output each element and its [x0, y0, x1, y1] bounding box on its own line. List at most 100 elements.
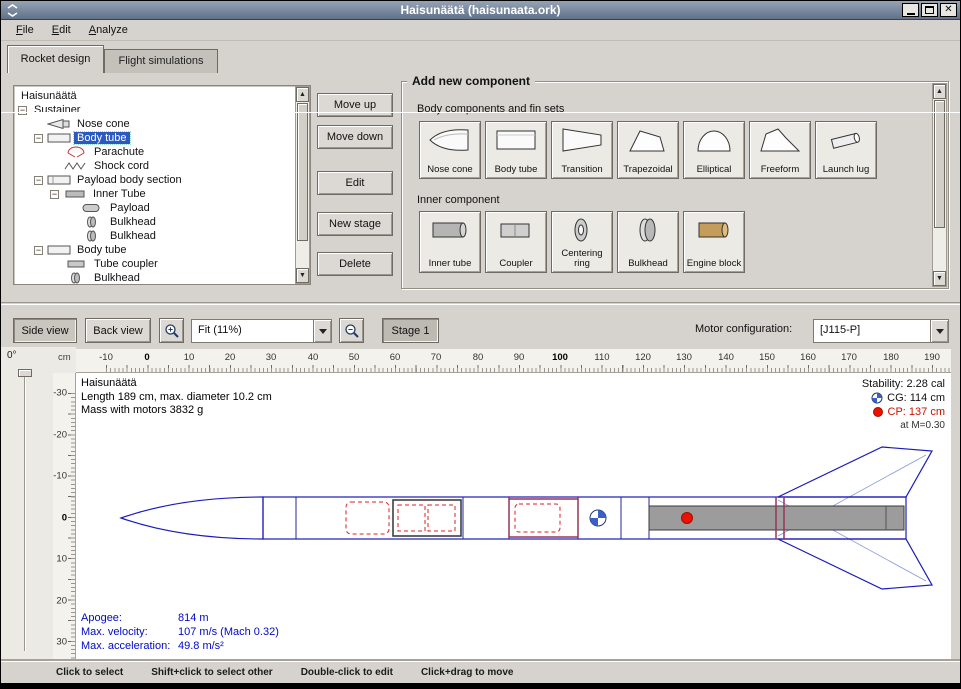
- body-components-label: Body components and fin sets: [417, 103, 564, 115]
- tab-bar: Rocket design Flight simulations: [1, 41, 960, 73]
- move-up-button[interactable]: Move up: [317, 93, 393, 117]
- tree-item-parachute[interactable]: Parachute: [14, 145, 310, 159]
- maximize-icon: [925, 6, 934, 14]
- tab-flight-simulations[interactable]: Flight simulations: [104, 49, 218, 73]
- title-bar[interactable]: Haisunäätä (haisunaata.ork) ✕: [1, 1, 960, 20]
- shock-cord-outline[interactable]: [398, 505, 425, 531]
- side-view-button[interactable]: Side view: [13, 318, 77, 343]
- close-button[interactable]: ✕: [940, 3, 957, 17]
- cp-marker[interactable]: [682, 513, 693, 524]
- body-tube-icon: [47, 174, 71, 186]
- vertical-ruler: -30 -20 -10 0 10 20 30: [53, 373, 76, 661]
- tree-item-bulkhead[interactable]: Bulkhead: [14, 271, 310, 285]
- tree-item-bulkhead[interactable]: Bulkhead: [14, 215, 310, 229]
- scroll-down-icon[interactable]: ▼: [933, 271, 946, 286]
- add-bulkhead-button[interactable]: Bulkhead: [617, 211, 679, 273]
- top-fin[interactable]: [778, 447, 932, 497]
- tree-item-payload[interactable]: Payload: [14, 201, 310, 215]
- rocket-canvas[interactable]: Haisunäätä Length 189 cm, max. diameter …: [76, 373, 951, 661]
- add-body-tube-button[interactable]: Body tube: [485, 121, 547, 179]
- coupler-content-outline[interactable]: [515, 504, 560, 532]
- add-centering-ring-button[interactable]: Centering ring: [551, 211, 613, 273]
- chevron-down-icon[interactable]: [930, 320, 948, 342]
- rotation-slider-handle[interactable]: [18, 369, 32, 377]
- ruler-number: 160: [800, 352, 816, 363]
- parachute-outline[interactable]: [346, 502, 389, 534]
- ruler-number: 10: [184, 352, 195, 363]
- tree-item-body-tube[interactable]: − Body tube: [14, 243, 310, 257]
- delete-button[interactable]: Delete: [317, 252, 393, 276]
- add-inner-tube-button[interactable]: Inner tube: [419, 211, 481, 273]
- tree-collapse-icon[interactable]: −: [34, 176, 43, 185]
- rotation-slider[interactable]: [18, 365, 32, 655]
- tree-collapse-icon[interactable]: −: [34, 134, 43, 143]
- cg-marker[interactable]: [590, 510, 606, 526]
- freeform-fin-icon: [758, 126, 802, 154]
- tree-item-rocket[interactable]: Haisunäätä: [14, 89, 310, 103]
- scroll-up-icon[interactable]: ▲: [296, 87, 309, 102]
- tree-item-label: Payload: [107, 202, 153, 214]
- tube-coupler-outline[interactable]: [509, 499, 578, 537]
- ruler-number: 80: [473, 352, 484, 363]
- tree-item-tube-coupler[interactable]: Tube coupler: [14, 257, 310, 271]
- tree-item-stage[interactable]: − Sustainer: [14, 103, 310, 117]
- magnifier-plus-icon: [164, 323, 180, 339]
- tree-collapse-icon[interactable]: −: [50, 190, 59, 199]
- add-engine-block-button[interactable]: Engine block: [683, 211, 745, 273]
- new-stage-button[interactable]: New stage: [317, 212, 393, 236]
- chevron-down-icon[interactable]: [313, 320, 331, 342]
- ruler-number: 40: [308, 352, 319, 363]
- component-button-label: Bulkhead: [628, 259, 668, 269]
- max-velocity-label: Max. velocity:: [81, 625, 178, 639]
- ruler-number: -30: [53, 388, 67, 399]
- component-button-label: Centering ring: [554, 249, 610, 269]
- bottom-fin[interactable]: [778, 539, 932, 589]
- tree-item-shock-cord[interactable]: Shock cord: [14, 159, 310, 173]
- add-nose-cone-button[interactable]: Nose cone: [419, 121, 481, 179]
- split-divider[interactable]: [1, 302, 960, 305]
- add-coupler-button[interactable]: Coupler: [485, 211, 547, 273]
- tree-collapse-icon[interactable]: −: [18, 106, 27, 115]
- add-transition-button[interactable]: Transition: [551, 121, 613, 179]
- ruler-number: 10: [56, 554, 67, 565]
- payload-outline[interactable]: [428, 505, 455, 531]
- zoom-out-button[interactable]: [339, 318, 364, 343]
- add-panel-scrollbar[interactable]: ▲ ▼: [932, 83, 947, 287]
- add-launch-lug-button[interactable]: Launch lug: [815, 121, 877, 179]
- move-down-button[interactable]: Move down: [317, 125, 393, 149]
- tree-scrollbar[interactable]: ▲ ▼: [295, 86, 310, 284]
- tree-collapse-icon[interactable]: −: [34, 246, 43, 255]
- stability-value: Stability: 2.28 cal: [862, 377, 945, 391]
- nose-cone-outline[interactable]: [121, 497, 263, 539]
- window-title: Haisunäätä (haisunaata.ork): [1, 3, 960, 17]
- add-freeform-fin-button[interactable]: Freeform: [749, 121, 811, 179]
- scroll-up-icon[interactable]: ▲: [933, 84, 946, 99]
- stage-1-toggle[interactable]: Stage 1: [382, 318, 439, 343]
- menu-edit[interactable]: Edit: [43, 22, 80, 38]
- edit-button[interactable]: Edit: [317, 171, 393, 195]
- component-tree[interactable]: Haisunäätä − Sustainer Nose cone − Body …: [13, 85, 311, 285]
- menu-analyze[interactable]: Analyze: [80, 22, 137, 38]
- add-panel-scrollbar-thumb[interactable]: [934, 100, 945, 228]
- add-elliptical-fin-button[interactable]: Elliptical: [683, 121, 745, 179]
- tree-item-payload-section[interactable]: − Payload body section: [14, 173, 310, 187]
- scroll-down-icon[interactable]: ▼: [296, 268, 309, 283]
- tab-rocket-design[interactable]: Rocket design: [7, 45, 104, 73]
- flight-info: Apogee:814 m Max. velocity:107 m/s (Mach…: [81, 611, 279, 653]
- menu-file[interactable]: File: [7, 22, 43, 38]
- cg-icon: [871, 392, 883, 404]
- maximize-button[interactable]: [921, 3, 938, 17]
- tree-item-nose-cone[interactable]: Nose cone: [14, 117, 310, 131]
- back-view-button[interactable]: Back view: [85, 318, 151, 343]
- motor-configuration-select[interactable]: [J115-P]: [813, 319, 949, 343]
- nose-cone-icon: [47, 118, 71, 130]
- add-trapezoidal-fin-button[interactable]: Trapezoidal: [617, 121, 679, 179]
- zoom-select[interactable]: Fit (11%): [191, 319, 332, 343]
- tree-scrollbar-thumb[interactable]: [297, 103, 308, 241]
- tree-item-inner-tube[interactable]: − Inner Tube: [14, 187, 310, 201]
- tree-item-body-tube[interactable]: − Body tube: [14, 131, 310, 145]
- minimize-button[interactable]: [902, 3, 919, 17]
- tree-item-bulkhead[interactable]: Bulkhead: [14, 229, 310, 243]
- zoom-in-button[interactable]: [159, 318, 184, 343]
- component-button-label: Body tube: [495, 165, 538, 175]
